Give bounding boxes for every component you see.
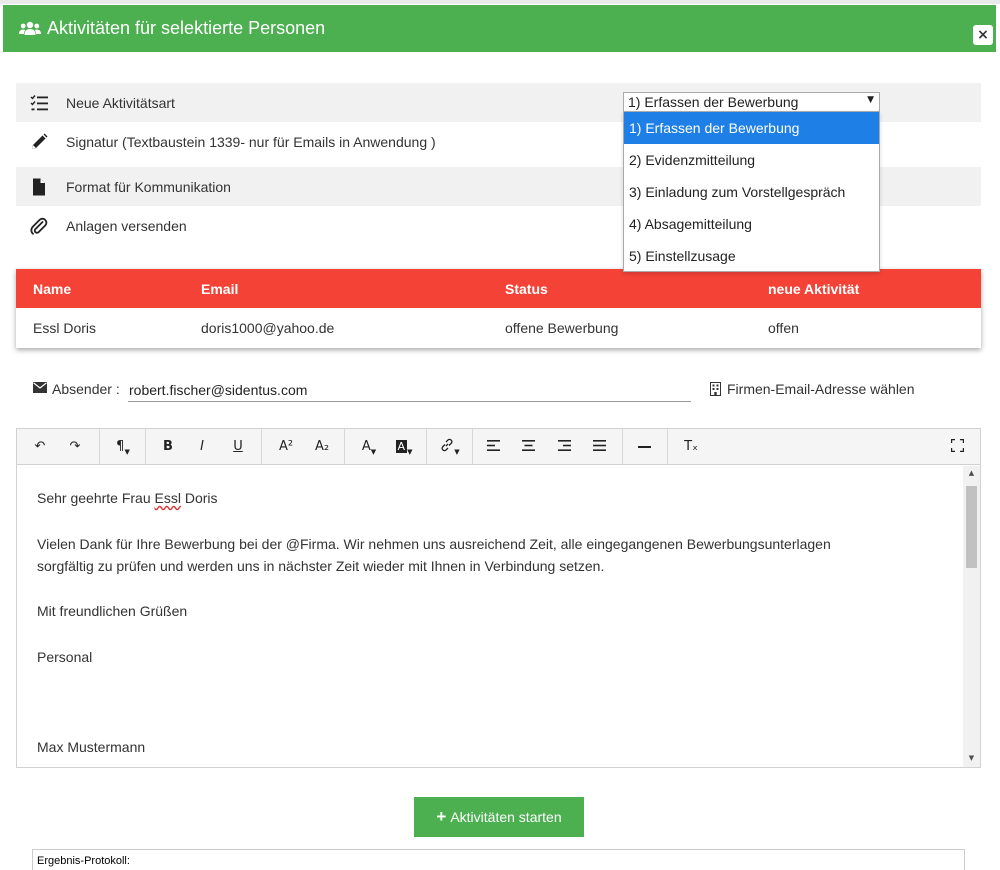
horizontal-rule-icon — [637, 446, 651, 448]
toolbar-divider — [426, 429, 427, 465]
scroll-down-icon[interactable]: ▼ — [963, 754, 980, 762]
paragraph-format-button[interactable]: ¶▼ — [112, 429, 134, 465]
subscript-button[interactable]: A₂ — [310, 429, 334, 465]
cell-new-activity: offen — [768, 320, 799, 336]
italic-button[interactable]: I — [191, 429, 213, 465]
toolbar-divider — [667, 429, 668, 465]
column-header-new-activity[interactable]: neue Aktivität — [768, 281, 859, 297]
editor-line: Max Mustermann — [37, 739, 146, 755]
email-editor[interactable]: Sehr geehrte Frau Essl Doris Vielen Dank… — [16, 465, 981, 768]
align-center-icon — [521, 440, 535, 451]
company-email-label: Firmen-Email-Adresse wählen — [727, 381, 915, 397]
checklist-icon — [30, 95, 48, 111]
align-left-button[interactable] — [483, 429, 503, 465]
cell-status: offene Bewerbung — [505, 320, 619, 336]
column-header-name[interactable]: Name — [33, 281, 71, 297]
justify-icon — [592, 440, 606, 451]
toolbar-divider — [145, 429, 146, 465]
option-label: Format für Kommunikation — [66, 179, 231, 195]
font-color-icon: A — [361, 439, 371, 454]
link-icon — [441, 438, 453, 452]
modal-title: Aktivitäten für selektierte Personen — [47, 18, 326, 38]
sender-input[interactable] — [128, 378, 691, 402]
link-button[interactable]: ▼ — [437, 429, 463, 465]
dropdown-option[interactable]: 3) Einladung zum Vorstellgespräch — [624, 176, 879, 208]
document-icon — [33, 178, 45, 196]
dropdown-option[interactable]: 2) Evidenzmitteilung — [624, 144, 879, 176]
option-label: Neue Aktivitätsart — [66, 95, 175, 111]
company-email-link[interactable]: Firmen-Email-Adresse wählen — [710, 381, 915, 397]
editor-toolbar: ↶ ↷ ¶▼ B I U A² A₂ A▼ A ▼ ▼ Tₓ — [16, 428, 981, 465]
dropdown-option[interactable]: 4) Absagemitteilung — [624, 208, 879, 240]
toolbar-divider — [261, 429, 262, 465]
envelope-icon — [33, 382, 47, 393]
building-icon — [710, 382, 721, 396]
underline-button[interactable]: U — [227, 429, 249, 465]
editor-salutation: Sehr geehrte Frau Essl Doris — [37, 490, 218, 506]
table-header: Name Email Status neue Aktivität — [16, 269, 981, 308]
modal-header: Aktivitäten für selektierte Personen × — [3, 5, 996, 52]
toolbar-divider — [99, 429, 100, 465]
editor-line: Vielen Dank für Ihre Bewerbung bei der @… — [37, 536, 831, 552]
clear-format-button[interactable]: Tₓ — [679, 429, 703, 465]
option-label: Anlagen versenden — [66, 218, 187, 234]
column-header-status[interactable]: Status — [505, 281, 548, 297]
font-color-button[interactable]: A▼ — [356, 429, 382, 465]
persons-table: Name Email Status neue Aktivität Essl Do… — [16, 269, 981, 348]
background-color-icon: A — [395, 440, 408, 453]
background-color-button[interactable]: A ▼ — [391, 429, 417, 465]
toolbar-divider — [472, 429, 473, 465]
toolbar-divider — [622, 429, 623, 465]
activity-type-dropdown: 1) Erfassen der Bewerbung 2) Evidenzmitt… — [623, 111, 880, 272]
align-left-icon — [486, 440, 500, 451]
activity-type-select[interactable]: 1) Erfassen der Bewerbung ▼ — [623, 92, 880, 112]
cell-email: doris1000@yahoo.de — [201, 320, 335, 336]
option-label: Signatur (Textbaustein 1339- nur für Ema… — [66, 134, 436, 150]
start-activities-button[interactable]: + Aktivitäten starten — [414, 797, 584, 837]
misspelled-word[interactable]: Essl — [155, 490, 181, 506]
column-header-email[interactable]: Email — [201, 281, 238, 297]
align-right-button[interactable] — [554, 429, 574, 465]
pencil-icon — [32, 133, 48, 149]
editor-line: Mit freundlichen Grüßen — [37, 603, 188, 619]
plus-icon: + — [436, 807, 447, 826]
toolbar-divider — [344, 429, 345, 465]
result-log-label: Ergebnis-Protokoll: — [37, 855, 130, 867]
undo-icon[interactable]: ↶ — [29, 429, 51, 465]
table-row[interactable]: Essl Doris doris1000@yahoo.de offene Bew… — [16, 308, 981, 348]
scrollbar-thumb[interactable] — [966, 486, 977, 568]
bold-button[interactable]: B — [157, 429, 179, 465]
paperclip-icon — [30, 217, 48, 235]
horizontal-rule-button[interactable] — [634, 429, 654, 465]
select-value: 1) Erfassen der Bewerbung — [628, 94, 799, 110]
align-center-button[interactable] — [518, 429, 538, 465]
result-log[interactable]: Ergebnis-Protokoll: — [32, 849, 965, 870]
fullscreen-icon — [950, 438, 964, 453]
editor-line: sorgfältig zu prüfen und werden uns in n… — [37, 558, 605, 574]
users-icon — [19, 21, 41, 35]
fullscreen-button[interactable] — [947, 429, 967, 465]
superscript-button[interactable]: A² — [274, 429, 298, 465]
sender-label: Absender : — [52, 381, 120, 397]
dropdown-option[interactable]: 1) Erfassen der Bewerbung — [624, 112, 879, 144]
dropdown-option[interactable]: 5) Einstellzusage — [624, 240, 879, 272]
editor-line: Personal — [37, 649, 93, 665]
window-top-edge — [0, 0, 1000, 4]
close-button[interactable]: × — [973, 25, 993, 45]
caret-down-icon: ▼ — [867, 95, 874, 105]
editor-scrollbar[interactable]: ▲ ▼ — [963, 466, 980, 767]
scroll-up-icon[interactable]: ▲ — [963, 469, 980, 477]
justify-button[interactable] — [589, 429, 609, 465]
start-activities-label: Aktivitäten starten — [450, 809, 562, 825]
cell-name: Essl Doris — [33, 320, 97, 336]
align-right-icon — [557, 440, 571, 451]
redo-icon[interactable]: ↷ — [64, 429, 86, 465]
